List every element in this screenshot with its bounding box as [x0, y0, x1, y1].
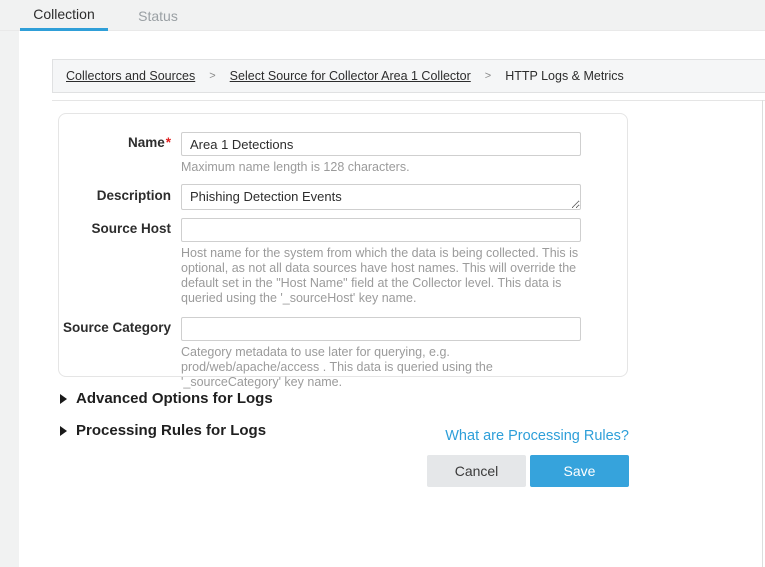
source-host-help-text: Host name for the system from which the … [181, 246, 591, 306]
name-field-label: Name* [59, 135, 171, 150]
header-divider [52, 100, 765, 101]
description-textarea[interactable] [181, 184, 581, 210]
description-field-label: Description [59, 188, 171, 203]
collapsed-triangle-icon [60, 394, 67, 404]
what-are-processing-rules-link[interactable]: What are Processing Rules? [445, 428, 629, 444]
breadcrumb-collectors-and-sources[interactable]: Collectors and Sources [66, 69, 195, 83]
source-category-input[interactable] [181, 317, 581, 341]
tab-bar: Collection Status [0, 0, 765, 31]
processing-rules-toggle[interactable]: Processing Rules for Logs [60, 422, 266, 439]
advanced-options-label: Advanced Options for Logs [76, 390, 273, 407]
processing-rules-label: Processing Rules for Logs [76, 422, 266, 439]
save-button[interactable]: Save [530, 455, 629, 487]
tab-collection-label: Collection [33, 6, 94, 22]
required-asterisk: * [166, 135, 171, 150]
breadcrumb-separator: > [485, 70, 491, 82]
breadcrumb-select-source[interactable]: Select Source for Collector Area 1 Colle… [230, 69, 471, 83]
breadcrumb-current-page: HTTP Logs & Metrics [505, 69, 624, 83]
breadcrumb: Collectors and Sources > Select Source f… [52, 59, 765, 93]
name-input[interactable] [181, 132, 581, 156]
name-help-text: Maximum name length is 128 characters. [181, 160, 591, 175]
tab-status[interactable]: Status [128, 0, 188, 31]
breadcrumb-separator: > [209, 70, 215, 82]
advanced-options-toggle[interactable]: Advanced Options for Logs [60, 390, 273, 407]
collapsed-triangle-icon [60, 426, 67, 436]
source-category-field-label: Source Category [59, 320, 171, 335]
source-host-field-label: Source Host [59, 221, 171, 236]
tab-status-label: Status [138, 8, 178, 24]
main-panel: Collectors and Sources > Select Source f… [19, 31, 765, 567]
content-right-border [762, 100, 763, 567]
source-host-input[interactable] [181, 218, 581, 242]
source-category-help-text: Category metadata to use later for query… [181, 345, 591, 390]
source-config-form-card: Name* Maximum name length is 128 charact… [58, 113, 628, 377]
cancel-button[interactable]: Cancel [427, 455, 526, 487]
tab-collection[interactable]: Collection [20, 0, 108, 31]
